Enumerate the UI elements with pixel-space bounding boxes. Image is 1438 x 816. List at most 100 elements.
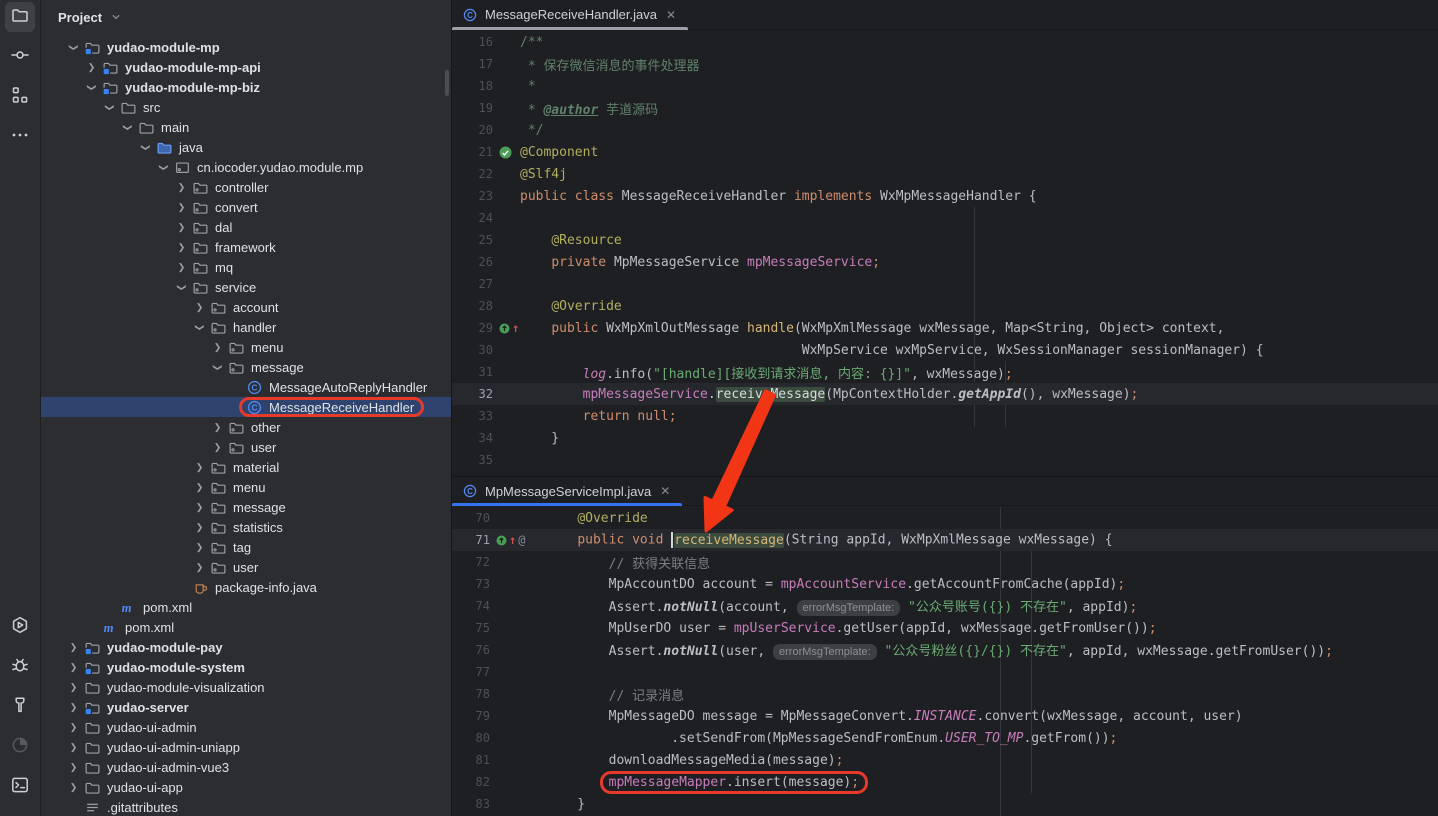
chevron-expanded-icon[interactable]: ❯: [212, 359, 223, 376]
tree-item-yudao-server[interactable]: ❯yudao-server: [41, 697, 451, 717]
tree-item-yudao-ui-admin[interactable]: ❯yudao-ui-admin: [41, 717, 451, 737]
close-icon[interactable]: ✕: [660, 484, 670, 498]
chevron-collapsed-icon[interactable]: ❯: [83, 62, 100, 73]
tree-item-cn.iocoder.yudao.module.mp[interactable]: ❯cn.iocoder.yudao.module.mp: [41, 157, 451, 177]
activity-item-build[interactable]: [5, 692, 35, 722]
tree-item-dal[interactable]: ❯dal: [41, 217, 451, 237]
tree-item-src[interactable]: ❯src: [41, 97, 451, 117]
code-line-31[interactable]: 31 log.info("[handle][接收到请求消息, 内容: {}]",…: [452, 361, 1438, 383]
chevron-collapsed-icon[interactable]: ❯: [173, 242, 190, 253]
chevron-collapsed-icon[interactable]: ❯: [191, 462, 208, 473]
code-line-23[interactable]: 23public class MessageReceiveHandler imp…: [452, 185, 1438, 207]
code-line-35[interactable]: 35: [452, 449, 1438, 471]
tree-item-other[interactable]: ❯other: [41, 417, 451, 437]
tree-item-yudao-module-pay[interactable]: ❯yudao-module-pay: [41, 637, 451, 657]
chevron-collapsed-icon[interactable]: ❯: [209, 442, 226, 453]
code-line-70[interactable]: 70 @Override: [452, 507, 1438, 529]
activity-item-debug[interactable]: [5, 652, 35, 682]
chevron-collapsed-icon[interactable]: ❯: [209, 342, 226, 353]
chevron-collapsed-icon[interactable]: ❯: [209, 422, 226, 433]
editor-tab-MpMessageServiceImpl.java[interactable]: CMpMessageServiceImpl.java✕: [452, 477, 682, 505]
tree-item-yudao-ui-admin-vue3[interactable]: ❯yudao-ui-admin-vue3: [41, 757, 451, 777]
chevron-expanded-icon[interactable]: ❯: [158, 159, 169, 176]
activity-item-commit[interactable]: [5, 42, 35, 72]
chevron-collapsed-icon[interactable]: ❯: [65, 742, 82, 753]
code-line-18[interactable]: 18 *: [452, 75, 1438, 97]
code-line-77[interactable]: 77: [452, 661, 1438, 683]
chevron-collapsed-icon[interactable]: ❯: [173, 262, 190, 273]
code-line-78[interactable]: 78 // 记录消息: [452, 683, 1438, 705]
gutter-icons[interactable]: ↑: [493, 322, 520, 334]
tree-item-convert[interactable]: ❯convert: [41, 197, 451, 217]
tree-item-yudao-module-mp[interactable]: ❯yudao-module-mp: [41, 37, 451, 57]
tree-item-statistics[interactable]: ❯statistics: [41, 517, 451, 537]
activity-item-run[interactable]: [5, 612, 35, 642]
code-line-32[interactable]: 32 mpMessageService.receiveMessage(MpCon…: [452, 383, 1438, 405]
tree-item-yudao-module-visualization[interactable]: ❯yudao-module-visualization: [41, 677, 451, 697]
tree-item-message[interactable]: ❯message: [41, 497, 451, 517]
chevron-expanded-icon[interactable]: ❯: [86, 79, 97, 96]
gutter-icons[interactable]: [493, 146, 520, 159]
tree-item-MessageAutoReplyHandler[interactable]: CMessageAutoReplyHandler: [41, 377, 451, 397]
code-line-83[interactable]: 83 }: [452, 793, 1438, 815]
code-editor-top[interactable]: 16/**17 * 保存微信消息的事件处理器18 *19 * @author 芋…: [452, 31, 1438, 476]
activity-item-terminal[interactable]: [5, 772, 35, 802]
chevron-expanded-icon[interactable]: ❯: [194, 319, 205, 336]
activity-item-project-folder[interactable]: [5, 2, 35, 32]
code-line-27[interactable]: 27: [452, 273, 1438, 295]
tree-item-controller[interactable]: ❯controller: [41, 177, 451, 197]
tree-item-menu[interactable]: ❯menu: [41, 337, 451, 357]
activity-item-more[interactable]: [5, 122, 35, 152]
editor-tab-MessageReceiveHandler.java[interactable]: CMessageReceiveHandler.java✕: [452, 0, 688, 29]
code-line-79[interactable]: 79 MpMessageDO message = MpMessageConver…: [452, 705, 1438, 727]
tree-item-pom.xml[interactable]: mpom.xml: [41, 617, 451, 637]
code-line-29[interactable]: 29↑ public WxMpXmlOutMessage handle(WxMp…: [452, 317, 1438, 339]
activity-item-structure[interactable]: [5, 82, 35, 112]
code-line-24[interactable]: 24: [452, 207, 1438, 229]
chevron-collapsed-icon[interactable]: ❯: [191, 562, 208, 573]
chevron-collapsed-icon[interactable]: ❯: [191, 482, 208, 493]
chevron-collapsed-icon[interactable]: ❯: [65, 762, 82, 773]
activity-item-profiler[interactable]: [5, 732, 35, 762]
chevron-expanded-icon[interactable]: ❯: [140, 139, 151, 156]
code-line-75[interactable]: 75 MpUserDO user = mpUserService.getUser…: [452, 617, 1438, 639]
tree-scrollbar-thumb[interactable]: [445, 70, 449, 96]
code-line-82[interactable]: 82 mpMessageMapper.insert(message);: [452, 771, 1438, 793]
tree-item-yudao-module-mp-biz[interactable]: ❯yudao-module-mp-biz: [41, 77, 451, 97]
code-editor-bottom[interactable]: 70 @Override71↑@ public void receiveMess…: [452, 507, 1438, 816]
tree-item-.gitattributes[interactable]: .gitattributes: [41, 797, 451, 816]
code-line-73[interactable]: 73 MpAccountDO account = mpAccountServic…: [452, 573, 1438, 595]
tree-item-mq[interactable]: ❯mq: [41, 257, 451, 277]
chevron-expanded-icon[interactable]: ❯: [176, 279, 187, 296]
code-line-76[interactable]: 76 Assert.notNull(user, errorMsgTemplate…: [452, 639, 1438, 661]
code-line-81[interactable]: 81 downloadMessageMedia(message);: [452, 749, 1438, 771]
code-line-16[interactable]: 16/**: [452, 31, 1438, 53]
tree-item-account[interactable]: ❯account: [41, 297, 451, 317]
code-line-22[interactable]: 22@Slf4j: [452, 163, 1438, 185]
code-line-17[interactable]: 17 * 保存微信消息的事件处理器: [452, 53, 1438, 75]
code-line-30[interactable]: 30 WxMpService wxMpService, WxSessionMan…: [452, 339, 1438, 361]
tree-item-material[interactable]: ❯material: [41, 457, 451, 477]
chevron-collapsed-icon[interactable]: ❯: [65, 662, 82, 673]
chevron-collapsed-icon[interactable]: ❯: [191, 542, 208, 553]
code-line-19[interactable]: 19 * @author 芋道源码: [452, 97, 1438, 119]
chevron-collapsed-icon[interactable]: ❯: [65, 782, 82, 793]
chevron-collapsed-icon[interactable]: ❯: [173, 202, 190, 213]
chevron-collapsed-icon[interactable]: ❯: [191, 502, 208, 513]
code-line-25[interactable]: 25 @Resource: [452, 229, 1438, 251]
code-line-28[interactable]: 28 @Override: [452, 295, 1438, 317]
tree-item-framework[interactable]: ❯framework: [41, 237, 451, 257]
code-line-21[interactable]: 21@Component: [452, 141, 1438, 163]
close-icon[interactable]: ✕: [666, 8, 676, 22]
tree-item-java[interactable]: ❯java: [41, 137, 451, 157]
code-line-26[interactable]: 26 private MpMessageService mpMessageSer…: [452, 251, 1438, 273]
chevron-collapsed-icon[interactable]: ❯: [65, 682, 82, 693]
tree-item-tag[interactable]: ❯tag: [41, 537, 451, 557]
code-line-72[interactable]: 72 // 获得关联信息: [452, 551, 1438, 573]
chevron-collapsed-icon[interactable]: ❯: [173, 222, 190, 233]
tree-item-yudao-module-system[interactable]: ❯yudao-module-system: [41, 657, 451, 677]
tree-item-user[interactable]: ❯user: [41, 557, 451, 577]
chevron-expanded-icon[interactable]: ❯: [68, 39, 79, 56]
code-line-80[interactable]: 80 .setSendFrom(MpMessageSendFromEnum.US…: [452, 727, 1438, 749]
tree-item-user[interactable]: ❯user: [41, 437, 451, 457]
